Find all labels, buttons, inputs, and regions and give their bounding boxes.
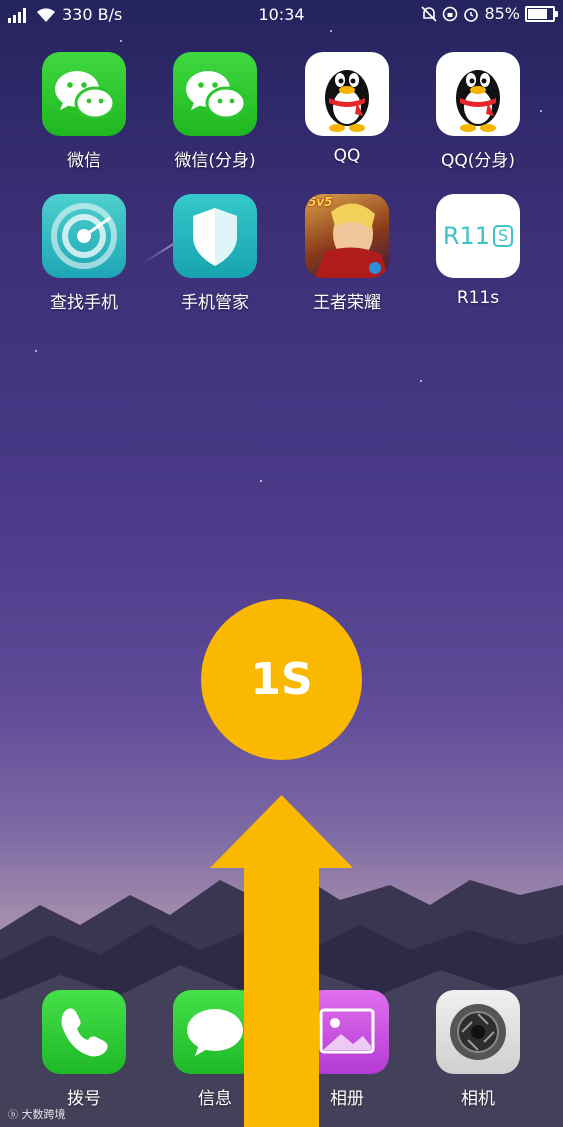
swipe-up-arrow	[210, 795, 353, 1127]
app-qq-clone[interactable]: QQ(分身)	[423, 52, 533, 171]
watermark: ⓑ 大数跨境	[8, 1106, 66, 1122]
app-label: 微信	[67, 151, 101, 171]
game-badge: 5v5	[308, 195, 333, 209]
app-label: 查找手机	[50, 293, 118, 313]
r11s-icon-boxed: S	[493, 225, 514, 247]
game-icon: 5v5	[305, 194, 389, 278]
app-find-phone[interactable]: 查找手机	[29, 194, 139, 313]
app-phone-manager[interactable]: 手机管家	[160, 194, 270, 313]
app-r11s[interactable]: R11 S R11s	[423, 194, 533, 308]
phone-icon	[42, 990, 126, 1074]
alarm-icon	[464, 7, 479, 22]
qq-penguin-icon	[436, 52, 520, 136]
app-label: R11s	[456, 288, 500, 308]
status-bar: 330 B/s 10:34 85%	[0, 0, 563, 30]
dock-phone[interactable]: 拨号	[29, 990, 139, 1109]
timer-badge: 1S	[201, 599, 362, 760]
radar-icon	[42, 194, 126, 278]
app-label: 相机	[461, 1089, 495, 1109]
wechat-icon	[42, 52, 126, 136]
app-qq[interactable]: QQ	[292, 52, 402, 166]
app-label: QQ(分身)	[440, 151, 516, 171]
r11s-icon: R11 S	[436, 194, 520, 278]
shield-icon	[173, 194, 257, 278]
watermark-text: 大数跨境	[21, 1108, 66, 1121]
mute-bell-icon	[421, 5, 438, 22]
battery-percent: 85%	[484, 4, 520, 23]
app-wechat[interactable]: 微信	[29, 52, 139, 171]
app-label: QQ	[333, 146, 361, 166]
r11s-icon-text: R11	[442, 222, 491, 250]
app-label: 微信(分身)	[174, 151, 256, 171]
battery-icon	[525, 5, 558, 22]
rotation-lock-icon	[443, 6, 458, 21]
camera-icon	[436, 990, 520, 1074]
app-honor-of-kings[interactable]: 5v5 王者荣耀	[292, 194, 402, 313]
dock-camera[interactable]: 相机	[423, 990, 533, 1109]
watermark-logo-icon: ⓑ	[8, 1110, 18, 1121]
qq-penguin-icon	[305, 52, 389, 136]
app-wechat-clone[interactable]: 微信(分身)	[160, 52, 270, 171]
app-label: 王者荣耀	[313, 293, 381, 313]
wechat-icon	[173, 52, 257, 136]
app-label: 手机管家	[181, 293, 249, 313]
